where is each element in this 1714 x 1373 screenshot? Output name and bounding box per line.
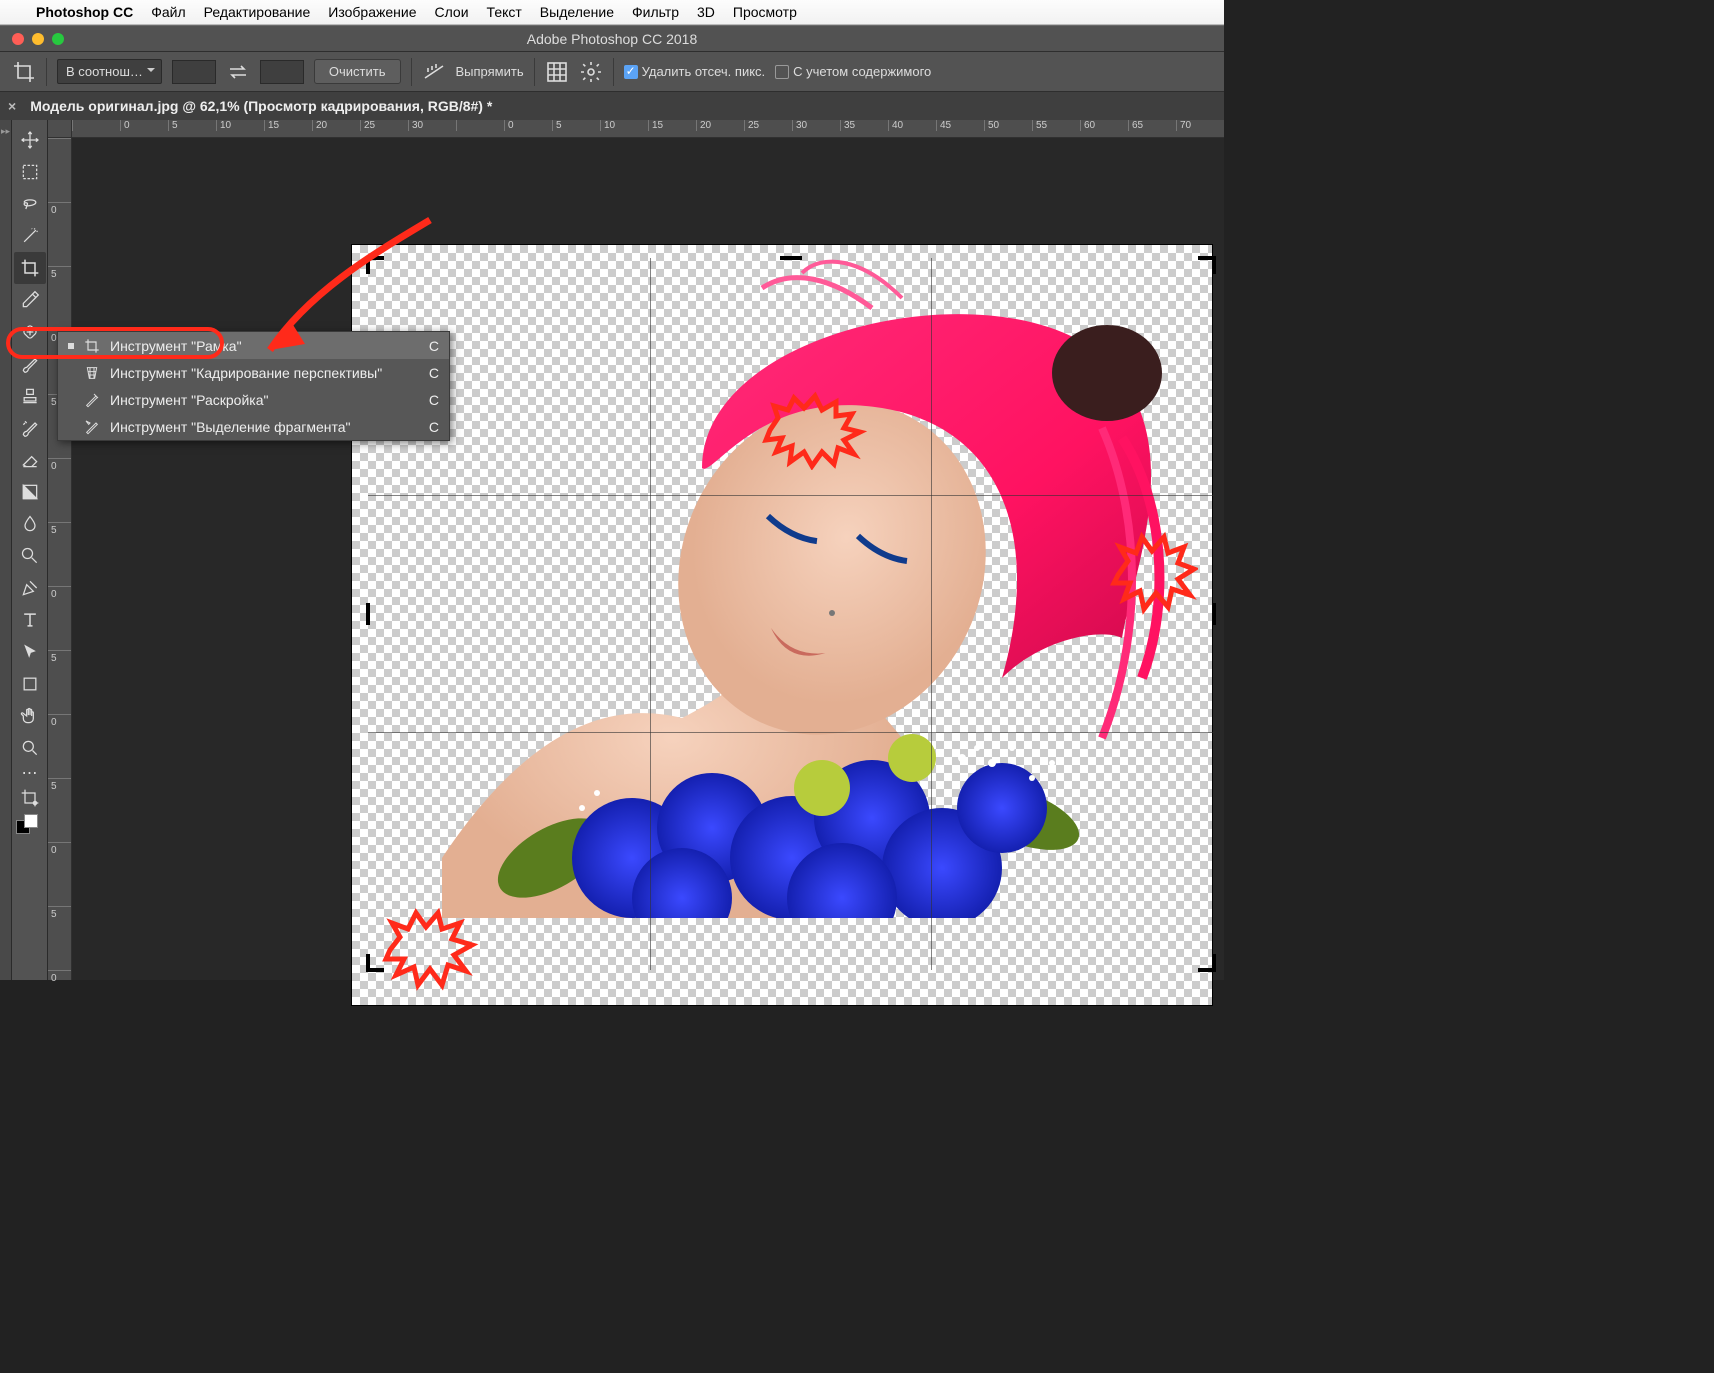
canvas-area: 0510152025300510152025303540455055606570… xyxy=(48,120,1224,980)
healing-tool[interactable] xyxy=(14,316,46,348)
menu-view[interactable]: Просмотр xyxy=(733,4,797,20)
brush-tool[interactable] xyxy=(14,348,46,380)
eyedropper-tool[interactable] xyxy=(14,284,46,316)
flyout-item-slice[interactable]: Инструмент "Раскройка" C xyxy=(58,386,449,413)
flyout-shortcut: C xyxy=(425,338,439,354)
gear-icon[interactable] xyxy=(579,60,603,84)
content-aware-option[interactable]: С учетом содержимого xyxy=(775,64,931,80)
clear-button[interactable]: Очистить xyxy=(314,59,401,84)
menu-file[interactable]: Файл xyxy=(151,4,185,20)
menu-select[interactable]: Выделение xyxy=(540,4,614,20)
shape-tool[interactable] xyxy=(14,668,46,700)
separator xyxy=(534,58,535,86)
flyout-shortcut: C xyxy=(425,419,439,435)
ratio-preset-dropdown[interactable]: В соотнош… xyxy=(57,59,162,84)
flyout-label: Инструмент "Выделение фрагмента" xyxy=(110,419,351,435)
path-select-tool[interactable] xyxy=(14,636,46,668)
menu-text[interactable]: Текст xyxy=(487,4,522,20)
slice-select-icon xyxy=(84,419,100,435)
flyout-label: Инструмент "Кадрирование перспективы" xyxy=(110,365,382,381)
menu-image[interactable]: Изображение xyxy=(328,4,416,20)
flyout-label: Инструмент "Раскройка" xyxy=(110,392,268,408)
eraser-tool[interactable] xyxy=(14,444,46,476)
app-title-bar: Adobe Photoshop CC 2018 xyxy=(0,25,1224,52)
menu-edit[interactable]: Редактирование xyxy=(204,4,311,20)
flyout-shortcut: C xyxy=(425,392,439,408)
separator xyxy=(46,58,47,86)
flyout-item-crop[interactable]: Инструмент "Рамка" C xyxy=(58,332,449,359)
options-bar: В соотнош… Очистить Выпрямить Удалить от… xyxy=(0,52,1224,92)
lasso-tool[interactable] xyxy=(14,188,46,220)
stamp-tool[interactable] xyxy=(14,380,46,412)
delete-cropped-option[interactable]: Удалить отсеч. пикс. xyxy=(624,64,766,80)
dodge-tool[interactable] xyxy=(14,540,46,572)
window-close-button[interactable] xyxy=(12,33,24,45)
blur-tool[interactable] xyxy=(14,508,46,540)
gradient-tool[interactable] xyxy=(14,476,46,508)
straighten-icon[interactable] xyxy=(422,60,446,84)
toolbar: ⋯ xyxy=(12,120,48,980)
document-tab[interactable]: Модель оригинал.jpg @ 62,1% (Просмотр ка… xyxy=(30,98,492,114)
move-tool[interactable] xyxy=(14,124,46,156)
history-brush-tool[interactable] xyxy=(14,412,46,444)
flyout-item-perspective-crop[interactable]: Инструмент "Кадрирование перспективы" C xyxy=(58,359,449,386)
tool-overflow-icon[interactable]: ⋯ xyxy=(14,764,46,782)
crop-tool[interactable] xyxy=(14,252,46,284)
vertical-ruler[interactable]: 0505050505050 xyxy=(48,138,72,980)
ratio-height-input[interactable] xyxy=(260,60,304,84)
close-tab-button[interactable]: × xyxy=(8,98,16,114)
wand-tool[interactable] xyxy=(14,220,46,252)
separator xyxy=(411,58,412,86)
grid-overlay-icon[interactable] xyxy=(545,60,569,84)
current-tool-indicator-icon xyxy=(68,343,74,349)
menu-layers[interactable]: Слои xyxy=(435,4,469,20)
hand-tool[interactable] xyxy=(14,700,46,732)
type-tool[interactable] xyxy=(14,604,46,636)
straighten-label[interactable]: Выпрямить xyxy=(456,64,524,79)
window-fullscreen-button[interactable] xyxy=(52,33,64,45)
menu-filter[interactable]: Фильтр xyxy=(632,4,679,20)
separator xyxy=(613,58,614,86)
pen-tool[interactable] xyxy=(14,572,46,604)
app-title: Adobe Photoshop CC 2018 xyxy=(527,31,697,47)
menu-app-name[interactable]: Photoshop CC xyxy=(36,4,133,20)
ruler-origin[interactable] xyxy=(48,120,72,138)
slice-icon xyxy=(84,392,100,408)
crop-tool-flyout[interactable]: Инструмент "Рамка" C Инструмент "Кадриро… xyxy=(57,331,450,441)
ratio-width-input[interactable] xyxy=(172,60,216,84)
mac-menu-bar[interactable]: Photoshop CC Файл Редактирование Изображ… xyxy=(0,0,1224,25)
edit-toolbar-button[interactable] xyxy=(14,782,46,814)
panel-strip[interactable]: ▸▸ xyxy=(0,120,12,980)
color-swatches[interactable] xyxy=(14,814,46,838)
flyout-shortcut: C xyxy=(425,365,439,381)
perspective-crop-icon xyxy=(84,365,100,381)
swap-icon[interactable] xyxy=(226,60,250,84)
crop-icon xyxy=(84,338,100,354)
flyout-label: Инструмент "Рамка" xyxy=(110,338,242,354)
image-subject xyxy=(402,218,1182,918)
menu-3d[interactable]: 3D xyxy=(697,4,715,20)
checkbox-checked-icon[interactable] xyxy=(624,65,638,79)
document-tabs: × Модель оригинал.jpg @ 62,1% (Просмотр … xyxy=(0,92,1224,120)
checkbox-icon[interactable] xyxy=(775,65,789,79)
crop-handle-right[interactable] xyxy=(1212,603,1216,625)
marquee-tool[interactable] xyxy=(14,156,46,188)
crop-tool-icon xyxy=(12,60,36,84)
zoom-tool[interactable] xyxy=(14,732,46,764)
canvas[interactable] xyxy=(72,138,1224,980)
horizontal-ruler[interactable]: 0510152025300510152025303540455055606570 xyxy=(72,120,1224,138)
window-minimize-button[interactable] xyxy=(32,33,44,45)
flyout-item-slice-select[interactable]: Инструмент "Выделение фрагмента" C xyxy=(58,413,449,440)
